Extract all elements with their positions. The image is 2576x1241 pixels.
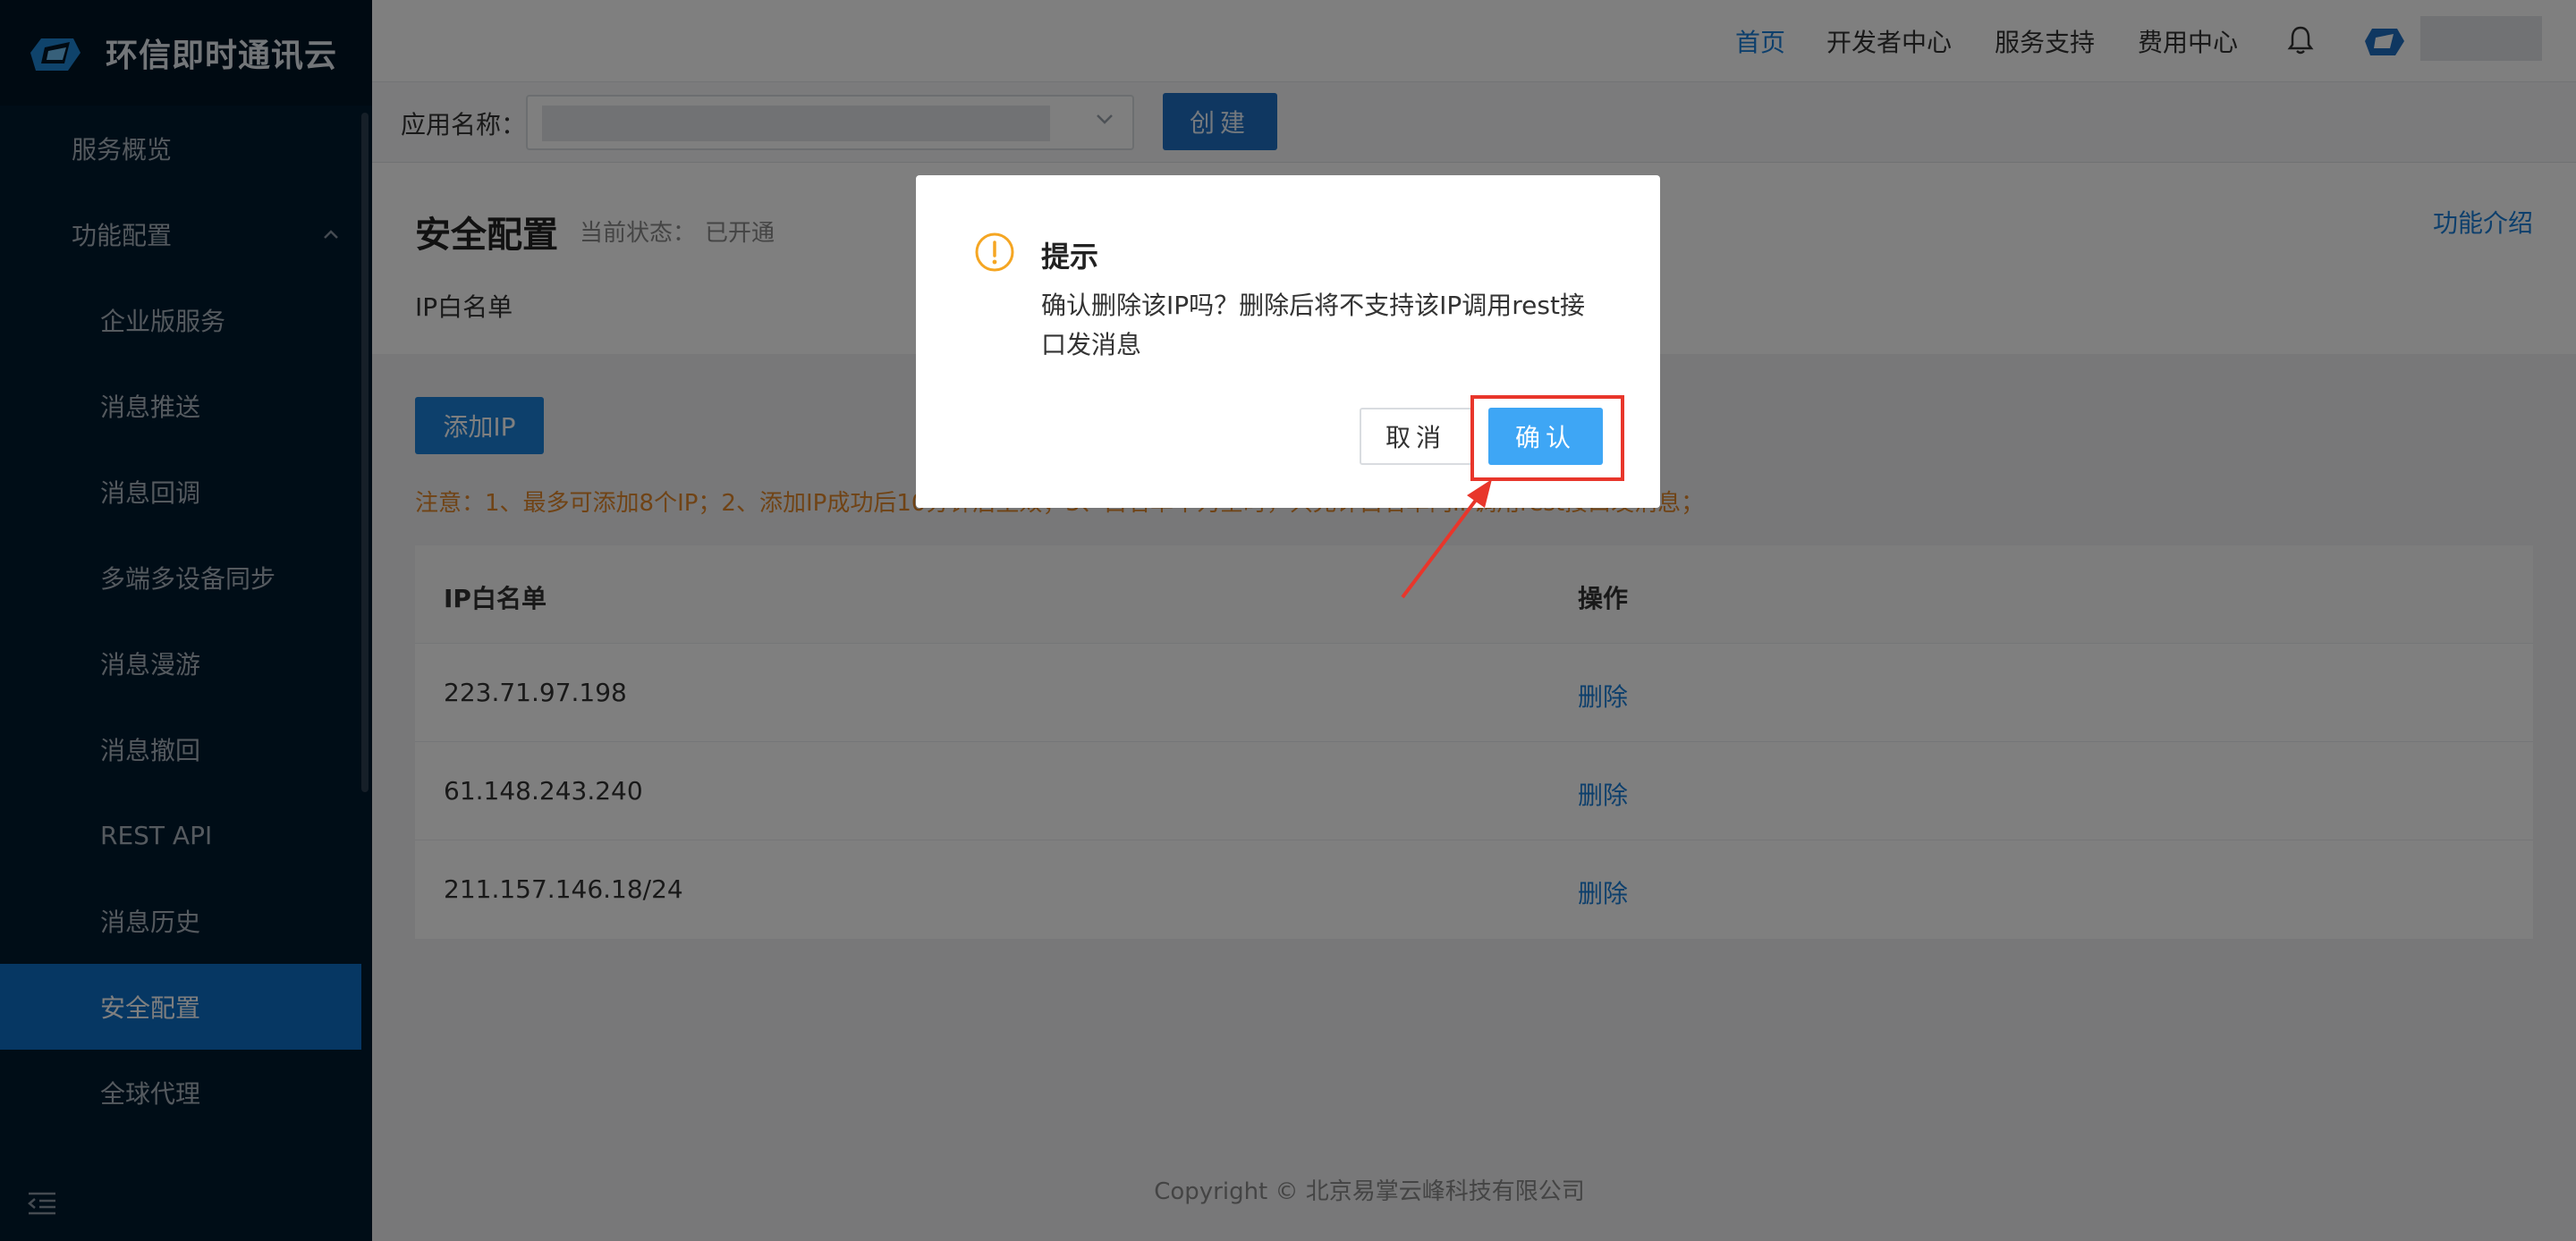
dialog-title: 提示 bbox=[1041, 240, 1099, 274]
highlight-annotation bbox=[1470, 395, 1624, 481]
warning-icon bbox=[975, 232, 1014, 272]
cancel-button[interactable]: 取消 bbox=[1360, 408, 1472, 465]
arrow-annotation-icon bbox=[1401, 479, 1492, 599]
dialog-message: 确认删除该IP吗？删除后将不支持该IP调用rest接口发消息 bbox=[1041, 291, 1585, 359]
